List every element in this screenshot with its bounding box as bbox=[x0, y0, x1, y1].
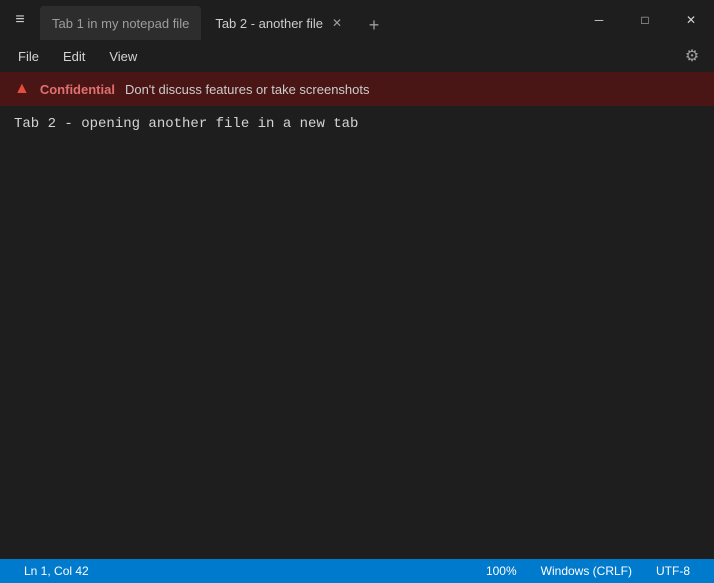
tab-1-label: Tab 1 in my notepad file bbox=[52, 16, 189, 31]
editor-area[interactable]: Tab 2 - opening another file in a new ta… bbox=[0, 106, 714, 559]
tab-1[interactable]: Tab 1 in my notepad file bbox=[40, 6, 201, 40]
menu-view[interactable]: View bbox=[99, 45, 147, 68]
notification-message: Don't discuss features or take screensho… bbox=[125, 82, 370, 97]
settings-icon[interactable]: ⚙ bbox=[678, 42, 706, 70]
notification-title: Confidential bbox=[40, 82, 115, 97]
maximize-button[interactable]: □ bbox=[622, 0, 668, 40]
status-position[interactable]: Ln 1, Col 42 bbox=[12, 559, 101, 583]
editor-content: Tab 2 - opening another file in a new ta… bbox=[14, 116, 358, 132]
warning-icon: ▲ bbox=[14, 80, 30, 98]
menu-bar: File Edit View ⚙ bbox=[0, 40, 714, 72]
status-encoding[interactable]: UTF-8 bbox=[644, 559, 702, 583]
tab-2[interactable]: Tab 2 - another file ✕ bbox=[203, 6, 357, 40]
menu-edit[interactable]: Edit bbox=[53, 45, 95, 68]
menu-file[interactable]: File bbox=[8, 45, 49, 68]
notification-banner: ▲ Confidential Don't discuss features or… bbox=[0, 72, 714, 106]
tab-2-close[interactable]: ✕ bbox=[329, 15, 345, 31]
menu-items: File Edit View bbox=[8, 45, 147, 68]
status-line-ending[interactable]: Windows (CRLF) bbox=[529, 559, 644, 583]
status-bar: Ln 1, Col 42 100% Windows (CRLF) UTF-8 bbox=[0, 559, 714, 583]
status-zoom[interactable]: 100% bbox=[474, 559, 529, 583]
minimize-button[interactable]: ─ bbox=[576, 0, 622, 40]
tabs-area: Tab 1 in my notepad file Tab 2 - another… bbox=[40, 0, 576, 40]
window-controls: ─ □ ✕ bbox=[576, 0, 714, 40]
new-tab-button[interactable]: + bbox=[359, 10, 389, 40]
title-bar: ≡ Tab 1 in my notepad file Tab 2 - anoth… bbox=[0, 0, 714, 40]
close-button[interactable]: ✕ bbox=[668, 0, 714, 40]
tab-2-label: Tab 2 - another file bbox=[215, 16, 323, 31]
app-icon: ≡ bbox=[0, 11, 40, 29]
